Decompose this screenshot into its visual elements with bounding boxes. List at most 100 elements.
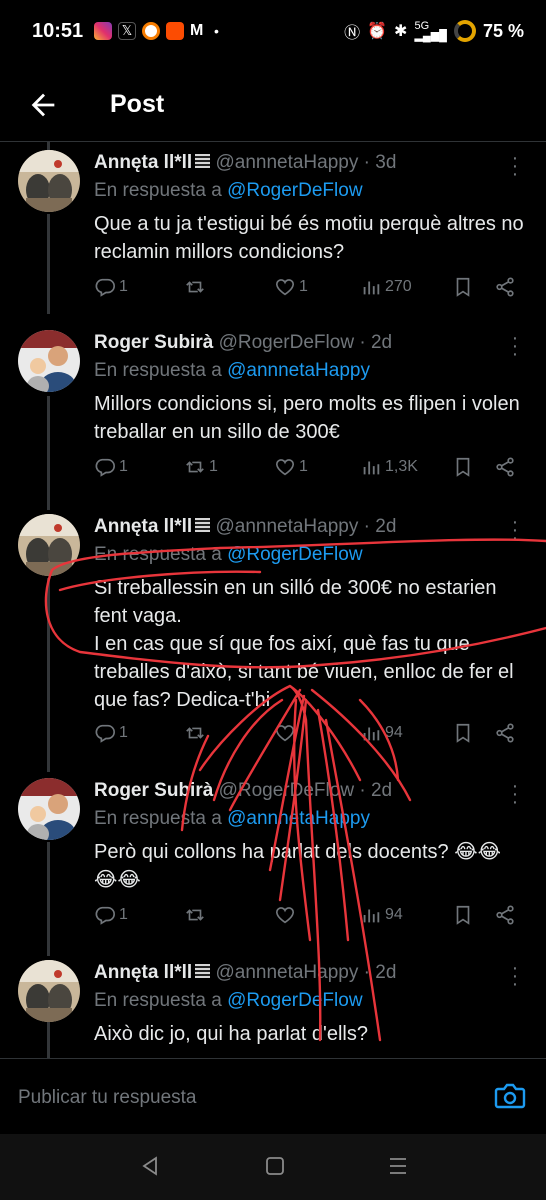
page-title: Post [110, 90, 165, 118]
reply-prefix: En respuesta a [94, 990, 222, 1011]
bookmark-icon [456, 905, 470, 925]
reply-button[interactable]: 1 [94, 276, 128, 298]
author-name[interactable]: Annęta ll*ll [94, 962, 192, 983]
bluetooth-icon: ✱ [394, 23, 408, 40]
share-icon [496, 723, 514, 743]
instagram-icon [94, 22, 112, 40]
tweet[interactable]: Roger Subirà @RogerDeFlow · 2d · · · En resp… [0, 776, 546, 948]
reply-button[interactable]: 1 [94, 904, 128, 926]
like-button[interactable]: 1 [274, 456, 308, 478]
tweet-text: Que a tu ja t'estigui bé és motiu perquè… [94, 213, 524, 263]
post-age: 2d [375, 962, 397, 983]
tweet[interactable]: Annęta ll*ll @annnetaHappy · 2d · · · En res… [0, 958, 546, 1056]
author-name[interactable]: Annęta ll*ll [94, 152, 192, 173]
reply-button[interactable]: 1 [94, 456, 128, 478]
reply-button[interactable]: 1 [94, 722, 128, 744]
top-app-bar: Post [0, 70, 546, 142]
bookmark-button[interactable] [452, 456, 474, 478]
likes-count: 1 [299, 458, 308, 475]
x-app-icon: 𝕏 [118, 22, 136, 40]
author-handle[interactable]: @annnetaHappy [215, 516, 358, 537]
views-button[interactable]: 270 [360, 276, 412, 298]
share-button[interactable] [494, 904, 516, 926]
author-handle[interactable]: @annnetaHappy [215, 152, 358, 173]
author-handle[interactable]: @annnetaHappy [215, 962, 358, 983]
reply-to-mention[interactable]: @RogerDeFlow [227, 180, 362, 201]
views-icon [363, 909, 380, 923]
reply-to-mention[interactable]: @annnetaHappy [227, 808, 370, 829]
retweets-count: 1 [209, 458, 218, 475]
views-button[interactable]: 94 [360, 904, 403, 926]
reply-to-mention[interactable]: @RogerDeFlow [227, 990, 362, 1011]
views-button[interactable]: 1,3K [360, 456, 418, 478]
author-name[interactable]: Roger Subirà [94, 780, 213, 801]
views-count: 94 [385, 906, 403, 923]
reply-context: En respuesta a @annnetaHappy [94, 808, 370, 830]
bookmark-button[interactable] [452, 722, 474, 744]
heart-icon [275, 459, 295, 476]
reply-input[interactable]: Publicar tu respuesta [18, 1087, 197, 1109]
like-button[interactable] [274, 722, 299, 744]
tweet-text: Això dic jo, qui ha parlat d'ells? [94, 1023, 368, 1045]
share-button[interactable] [494, 722, 516, 744]
reply-to-mention[interactable]: @RogerDeFlow [227, 544, 362, 565]
reply-icon [95, 724, 115, 743]
like-button[interactable]: 1 [274, 276, 308, 298]
share-button[interactable] [494, 276, 516, 298]
nav-back-icon[interactable] [138, 1154, 162, 1178]
more-options-icon[interactable]: · · · [508, 328, 522, 364]
avatar[interactable] [18, 778, 80, 840]
more-options-icon[interactable]: · · · [508, 776, 522, 812]
more-options-icon[interactable]: · · · [508, 512, 522, 548]
bookmark-button[interactable] [452, 904, 474, 926]
reply-prefix: En respuesta a [94, 808, 222, 829]
more-options-icon[interactable]: · · · [508, 148, 522, 184]
nav-recents-icon[interactable] [386, 1154, 410, 1178]
bookmark-button[interactable] [452, 276, 474, 298]
bookmark-icon [456, 277, 470, 297]
author-name[interactable]: Roger Subirà [94, 332, 213, 353]
views-count: 94 [385, 724, 403, 741]
battery-level: 75 % [482, 20, 524, 41]
camera-icon[interactable] [494, 1081, 526, 1111]
like-button[interactable] [274, 904, 299, 926]
repost-button[interactable] [184, 276, 209, 298]
status-bar: 10:51 𝕏 M • Ⓝ ⏰ ✱ 5G ▂▄▆█ 75 % [0, 0, 546, 64]
tweet[interactable]: Annęta ll*ll @annnetaHappy · 3d · · · En res… [0, 148, 546, 320]
reply-composer-bar[interactable]: Publicar tu respuesta [0, 1058, 546, 1134]
replies-count: 1 [119, 278, 128, 295]
nav-home-icon[interactable] [263, 1154, 287, 1178]
flag-icon [195, 518, 211, 532]
avatar[interactable] [18, 514, 80, 576]
author-handle[interactable]: @RogerDeFlow [219, 332, 354, 353]
avatar[interactable] [18, 150, 80, 212]
tweet[interactable]: Roger Subirà @RogerDeFlow · 2d · · · En resp… [0, 328, 546, 510]
bookmark-icon [456, 457, 470, 477]
strava-icon [166, 22, 184, 40]
views-button[interactable]: 94 [360, 722, 403, 744]
tweet-actions: 1 94 [94, 722, 524, 748]
tweet-header: Roger Subirà @RogerDeFlow · 2d [94, 780, 392, 802]
avatar[interactable] [18, 960, 80, 1022]
repost-icon [186, 461, 204, 473]
repost-button[interactable] [184, 722, 209, 744]
status-time: 10:51 [32, 20, 84, 42]
repost-button[interactable] [184, 904, 209, 926]
reply-icon [95, 458, 115, 477]
views-count: 1,3K [385, 458, 418, 475]
reply-to-mention[interactable]: @annnetaHappy [227, 360, 370, 381]
author-name[interactable]: Annęta ll*ll [94, 516, 192, 537]
separator-dot: · [363, 516, 370, 537]
author-handle[interactable]: @RogerDeFlow [219, 780, 354, 801]
avatar[interactable] [18, 330, 80, 392]
share-button[interactable] [494, 456, 516, 478]
repost-button[interactable]: 1 [184, 456, 218, 478]
reply-context: En respuesta a @RogerDeFlow [94, 180, 363, 202]
views-count: 270 [385, 278, 412, 295]
more-options-icon[interactable]: · · · [508, 958, 522, 994]
back-arrow-icon[interactable] [26, 88, 60, 122]
reply-context: En respuesta a @annnetaHappy [94, 360, 370, 382]
tweet-header: Annęta ll*ll @annnetaHappy · 2d [94, 962, 396, 984]
tweet[interactable]: Annęta ll*ll @annnetaHappy · 2d · · · En res… [0, 512, 546, 764]
tweet-actions: 1 94 [94, 904, 524, 930]
